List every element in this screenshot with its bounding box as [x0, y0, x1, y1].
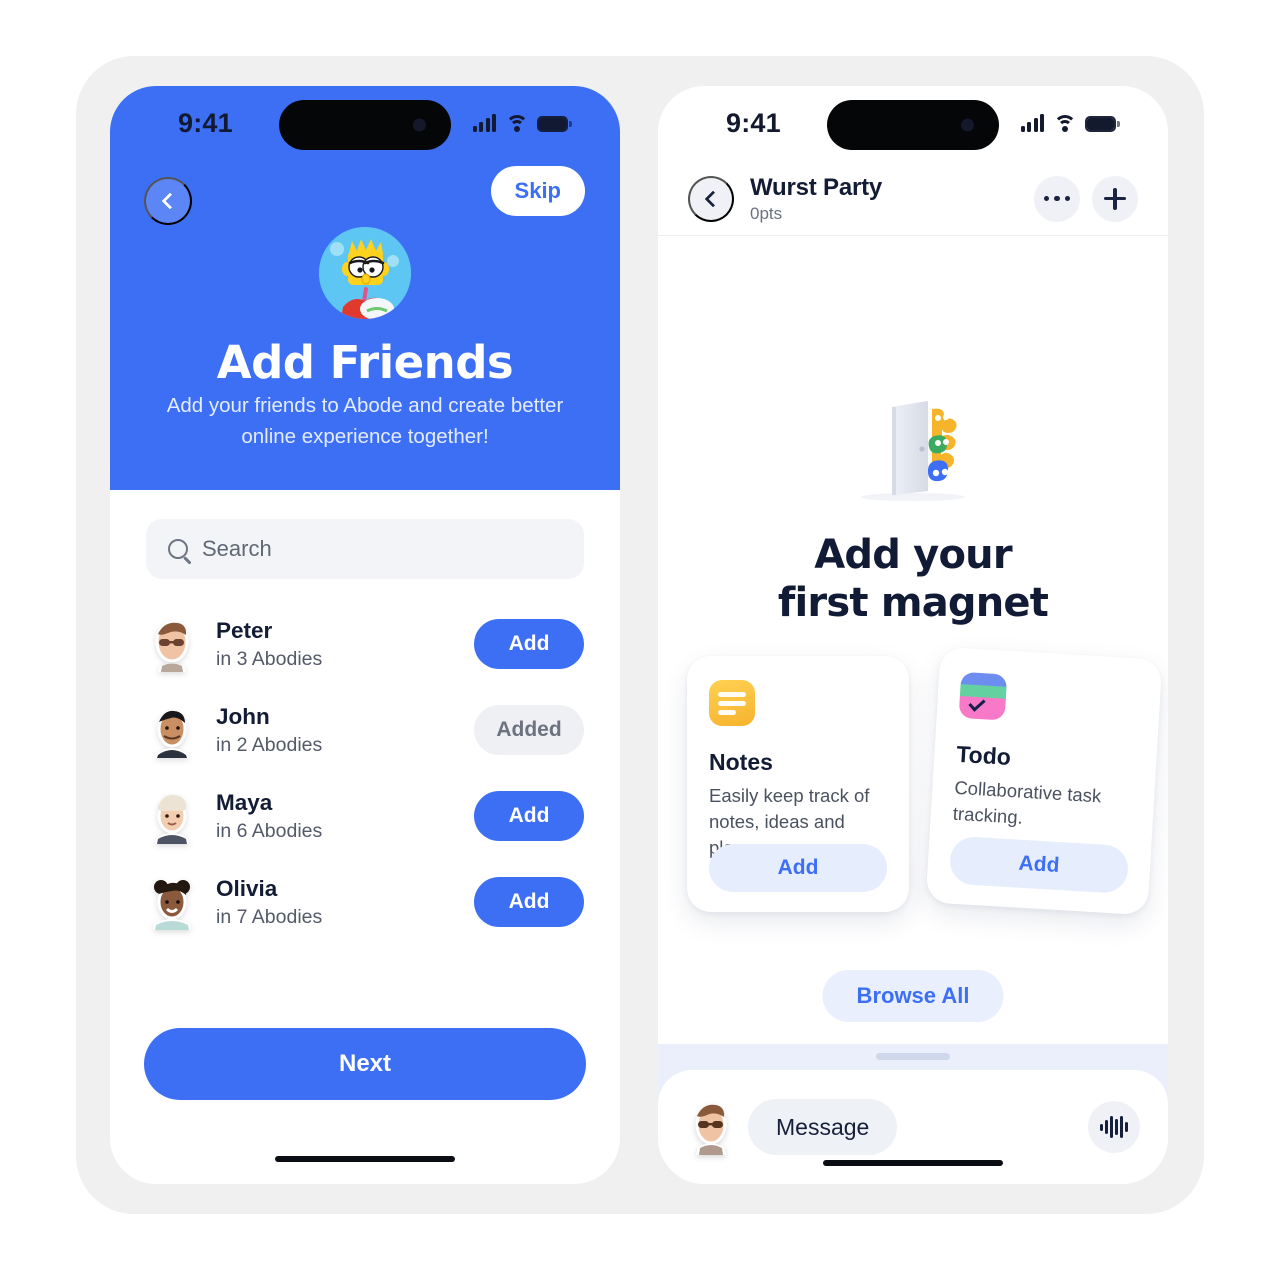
blue-header-section: 9:41 Skip Add Friends Add your friends t… — [110, 86, 620, 490]
page-subtitle: Add your friends to Abode and create bet… — [166, 394, 564, 448]
points-label: 0pts — [750, 203, 783, 223]
magnet-card-list: Notes Easily keep track of notes, ideas … — [658, 646, 1168, 926]
add-friend-button[interactable]: Add — [474, 619, 584, 669]
front-camera-icon — [961, 118, 974, 132]
add-magnet-button[interactable]: Add — [948, 835, 1130, 895]
add-friend-button[interactable]: Add — [474, 791, 584, 841]
add-magnet-button[interactable]: Add — [709, 844, 887, 892]
wifi-icon — [505, 114, 528, 132]
add-friend-button[interactable]: Add — [474, 877, 584, 927]
status-bar-time: 9:41 — [178, 108, 233, 138]
friend-info: Peter in 3 Abodies — [216, 617, 474, 670]
door-with-magnets-illustration — [848, 391, 978, 506]
user-avatar — [686, 1099, 736, 1155]
message-input[interactable]: Message — [748, 1099, 898, 1155]
bart-avatar — [319, 227, 411, 319]
screenshot-stage: 9:41 Skip Add Friends Add your friends t… — [0, 0, 1280, 1271]
right-phone-screen: 9:41 Wurst Party 0pts Add your first mag… — [658, 86, 1168, 1184]
avatar — [146, 788, 198, 844]
list-item[interactable]: Peter in 3 Abodies Add — [110, 601, 620, 687]
home-indicator — [275, 1156, 455, 1162]
chevron-left-icon — [161, 192, 179, 210]
status-bar: 9:41 — [110, 86, 620, 162]
page-title: Wurst Party — [750, 173, 883, 201]
front-camera-icon — [413, 118, 426, 132]
battery-icon — [537, 116, 572, 132]
friend-subtitle: in 7 Abodies — [216, 905, 323, 928]
cellular-signal-icon — [1020, 114, 1044, 132]
avatar — [146, 616, 198, 672]
browse-all-button[interactable]: Browse All — [822, 970, 1004, 1022]
battery-icon — [1085, 116, 1120, 132]
magnet-description: Collaborative task tracking. — [952, 776, 1102, 828]
list-item[interactable]: John in 2 Abodies Added — [110, 687, 620, 773]
list-item[interactable]: Maya in 6 Abodies Add — [110, 773, 620, 859]
friend-name: Maya — [216, 790, 273, 816]
status-bar: 9:41 — [658, 86, 1168, 162]
voice-message-button[interactable] — [1088, 1101, 1140, 1153]
dynamic-island — [279, 100, 451, 150]
header-titles: Wurst Party 0pts — [750, 174, 1034, 224]
drag-handle[interactable] — [876, 1053, 950, 1060]
scalloped-wave-divider — [110, 457, 620, 484]
empty-state-title-line2: first magnet — [777, 580, 1049, 626]
cellular-signal-icon — [472, 114, 496, 132]
dynamic-island — [827, 100, 999, 150]
added-friend-button[interactable]: Added — [474, 705, 584, 755]
friend-name: Olivia — [216, 876, 278, 902]
header-actions — [1034, 175, 1138, 222]
list-item[interactable]: Olivia in 7 Abodies Add — [110, 859, 620, 945]
friend-info: John in 2 Abodies — [216, 703, 474, 756]
search-icon — [168, 539, 188, 559]
wifi-icon — [1053, 114, 1076, 132]
status-bar-icons — [1020, 110, 1120, 132]
more-options-button[interactable] — [1034, 175, 1080, 222]
back-button[interactable] — [144, 177, 192, 225]
avatar — [146, 702, 198, 758]
page-title: Add Friends — [216, 336, 514, 389]
empty-state-title-line1: Add your — [814, 532, 1012, 578]
left-phone-screen: 9:41 Skip Add Friends Add your friends t… — [110, 86, 620, 1184]
chevron-left-icon — [704, 190, 722, 207]
todo-checkmark-icon — [958, 671, 1008, 721]
skip-button[interactable]: Skip — [490, 166, 585, 216]
friend-name: John — [216, 704, 270, 730]
search-input[interactable]: Search — [146, 519, 584, 579]
friend-name: Peter — [216, 618, 273, 644]
more-horizontal-icon — [1043, 195, 1071, 202]
back-button[interactable] — [688, 175, 734, 222]
add-button[interactable] — [1092, 175, 1138, 222]
next-button[interactable]: Next — [144, 1028, 586, 1100]
friend-subtitle: in 6 Abodies — [216, 819, 323, 842]
friend-list: Peter in 3 Abodies Add John in 2 Abodies… — [110, 601, 620, 945]
avatar — [146, 874, 198, 930]
friend-subtitle: in 3 Abodies — [216, 647, 323, 670]
plus-icon — [1104, 187, 1126, 210]
friend-info: Olivia in 7 Abodies — [216, 875, 474, 928]
magnet-card-todo[interactable]: Todo Collaborative task tracking. Add — [925, 646, 1163, 916]
magnet-card-notes[interactable]: Notes Easily keep track of notes, ideas … — [687, 656, 909, 912]
home-indicator — [823, 1160, 1003, 1166]
search-placeholder: Search — [202, 536, 272, 561]
voice-waveform-icon — [1099, 1116, 1129, 1138]
status-bar-time: 9:41 — [726, 108, 781, 138]
magnet-empty-state: Add your first magnet Notes Easily keep … — [658, 236, 1168, 1044]
status-bar-icons — [472, 110, 572, 132]
friend-subtitle: in 2 Abodies — [216, 733, 323, 756]
magnet-name: Todo — [955, 740, 1012, 770]
friend-info: Maya in 6 Abodies — [216, 789, 474, 842]
message-bar: Message — [658, 1070, 1168, 1184]
empty-state-title: Add your first magnet — [658, 531, 1168, 627]
chat-header: Wurst Party 0pts — [658, 162, 1168, 236]
avatar-illustration — [319, 227, 411, 319]
message-placeholder: Message — [776, 1113, 870, 1140]
magnet-name: Notes — [709, 749, 773, 775]
notes-icon — [709, 680, 755, 726]
